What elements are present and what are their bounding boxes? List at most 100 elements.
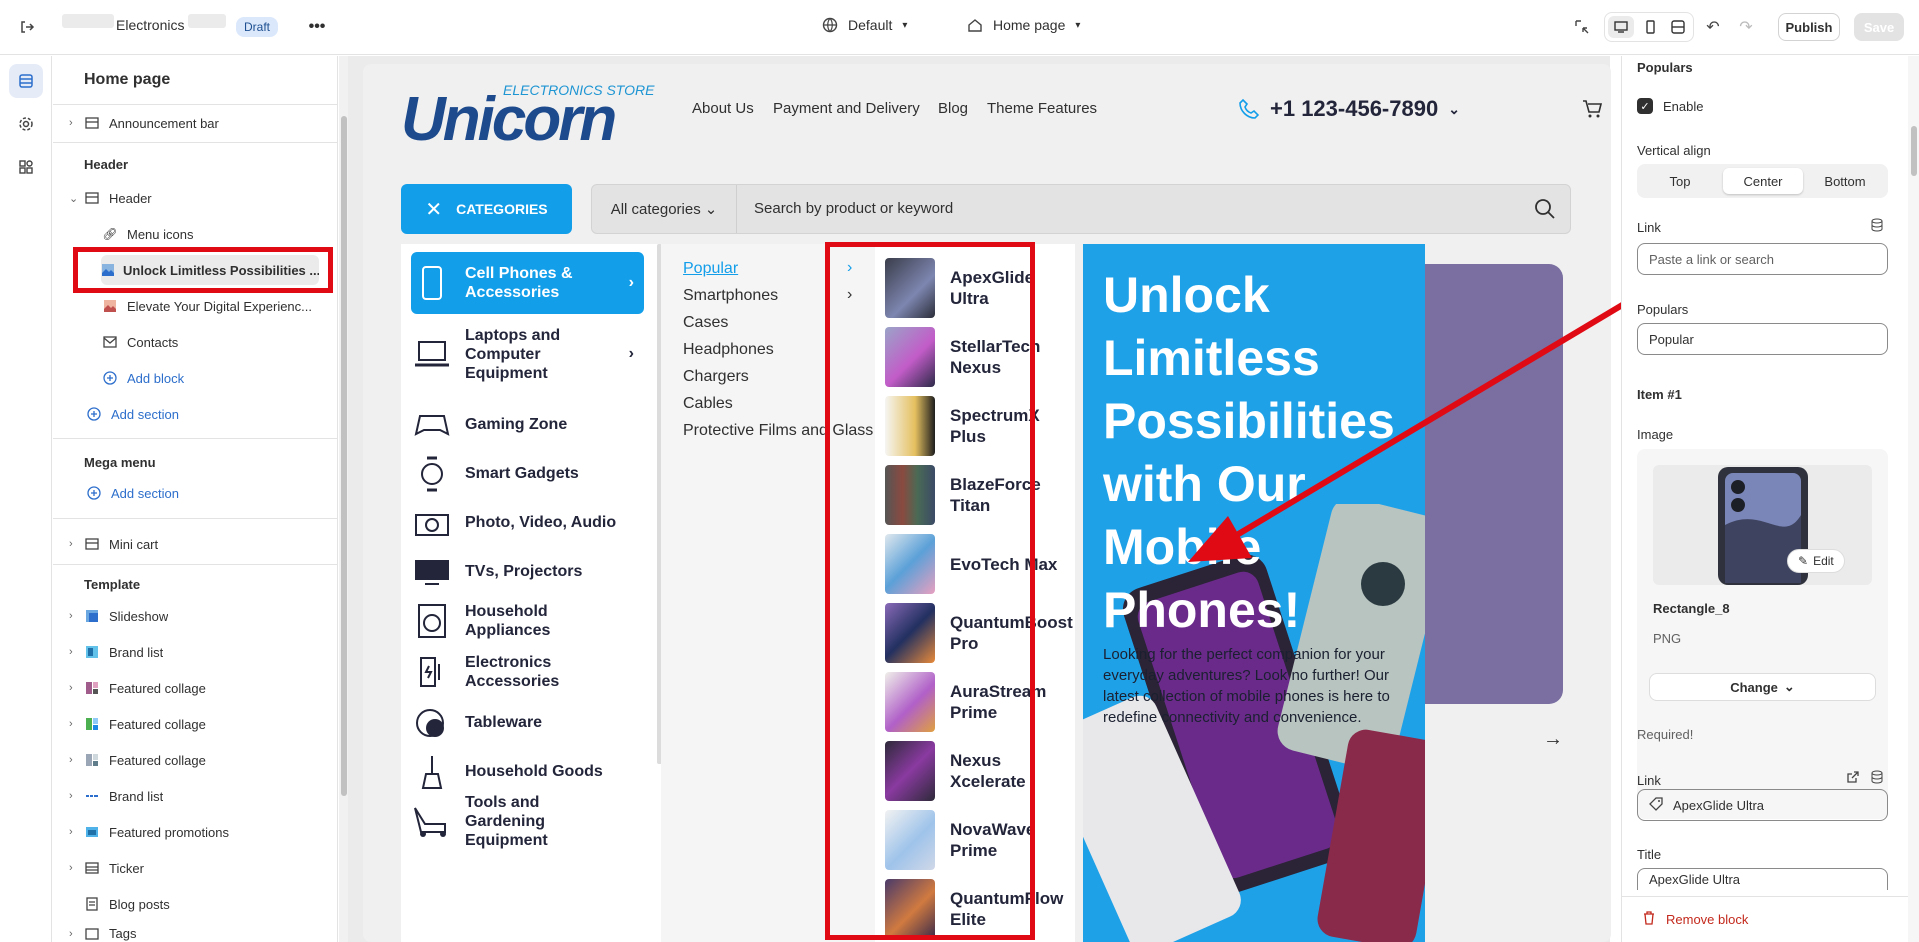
title-input[interactable]: ApexGlide Ultra <box>1637 868 1888 890</box>
add-section-label: Add section <box>111 406 179 422</box>
desktop-icon[interactable] <box>1608 16 1634 38</box>
mobile-icon[interactable] <box>1637 16 1663 38</box>
section-ticker[interactable]: › Ticker <box>69 853 144 883</box>
annotation-highlight-block <box>73 247 333 293</box>
close-icon: ✕ <box>425 198 443 221</box>
section-featured-collage[interactable]: › Featured collage <box>69 673 206 703</box>
database-icon[interactable] <box>1870 770 1884 789</box>
section-blog-posts[interactable]: Blog posts <box>83 889 170 919</box>
section-brand-list[interactable]: › Brand list <box>69 781 163 811</box>
category-label: TVs, Projectors <box>465 563 583 580</box>
image-filetype: PNG <box>1653 631 1682 646</box>
save-button[interactable]: Save <box>1854 13 1904 41</box>
section-featured-collage[interactable]: › Featured collage <box>69 745 206 775</box>
subcategory-cases[interactable]: Cases <box>683 314 728 332</box>
checkbox-checked-icon: ✓ <box>1637 98 1653 114</box>
scrollbar-thumb[interactable] <box>341 116 347 796</box>
section-label: Featured collage <box>109 680 206 696</box>
section-label: Featured collage <box>109 752 206 768</box>
subcategory-headphones[interactable]: Headphones <box>683 341 774 359</box>
populars-input[interactable]: Popular <box>1637 323 1888 355</box>
nav-theme-features[interactable]: Theme Features <box>987 100 1097 117</box>
fullscreen-icon[interactable] <box>1665 16 1691 38</box>
phone-contact[interactable]: +1 123-456-7890 ⌄ <box>1238 96 1460 122</box>
settings-icon[interactable] <box>9 107 43 141</box>
section-header[interactable]: ⌄ Header <box>69 183 152 213</box>
cart-icon[interactable] <box>1581 98 1603 125</box>
header-group-title: Header <box>84 157 129 172</box>
edit-image-button[interactable]: ✎ Edit <box>1787 549 1845 573</box>
section-label: Header <box>109 190 152 206</box>
category-select[interactable]: All categories ⌄ <box>592 185 737 233</box>
align-center-option[interactable]: Center <box>1723 168 1803 194</box>
subcategory-smartphones[interactable]: Smartphones <box>683 287 778 305</box>
category-item-tools-garden[interactable]: Tools and Gardening Equipment <box>411 790 644 852</box>
item-link-value: ApexGlide Ultra <box>1673 797 1765 813</box>
inspector-icon[interactable] <box>1572 17 1592 37</box>
block-menu-icons[interactable]: 🔗︎ Menu icons <box>101 219 193 249</box>
page-selector[interactable]: Home page ▾ <box>967 17 1080 33</box>
chevron-down-icon: ⌄ <box>1448 100 1460 117</box>
section-label: Featured promotions <box>109 824 229 840</box>
subcategory-cables[interactable]: Cables <box>683 395 733 413</box>
chevron-right-icon: › <box>69 538 73 550</box>
link-input[interactable]: Paste a link or search <box>1637 243 1888 275</box>
section-announcement-bar[interactable]: › Announcement bar <box>69 108 219 138</box>
more-icon[interactable]: ••• <box>306 18 328 36</box>
store-name: Electronics <box>116 17 185 33</box>
theme-selector-label: Default <box>848 17 893 33</box>
category-item-cell-phones[interactable]: Cell Phones & Accessories › <box>411 252 644 314</box>
scrollbar-thumb[interactable] <box>1911 126 1917 176</box>
section-slideshow[interactable]: › Slideshow <box>69 601 168 631</box>
edit-label: Edit <box>1813 554 1834 568</box>
database-icon[interactable] <box>1870 218 1884 237</box>
subcategory-chargers[interactable]: Chargers <box>683 368 749 386</box>
remove-block-button[interactable]: Remove block <box>1642 911 1748 928</box>
section-tags[interactable]: › Tags <box>69 925 136 942</box>
add-block-label: Add block <box>127 370 185 386</box>
block-elevate[interactable]: Elevate Your Digital Experienc... <box>101 291 319 321</box>
enable-checkbox[interactable]: ✓ Enable <box>1637 98 1703 114</box>
nav-blog[interactable]: Blog <box>938 100 968 117</box>
item-link-input[interactable]: ApexGlide Ultra <box>1637 789 1888 821</box>
undo-icon[interactable]: ↶ <box>1703 17 1723 37</box>
mega-add-section-button[interactable]: Add section <box>85 478 179 508</box>
item-title: Item #1 <box>1637 387 1682 402</box>
section-icon <box>83 537 101 551</box>
change-image-button[interactable]: Change ⌄ <box>1649 673 1876 701</box>
settings-scrollbar[interactable] <box>1908 56 1919 942</box>
exit-icon[interactable] <box>16 16 38 38</box>
block-label: Contacts <box>127 334 179 350</box>
charger-icon <box>411 651 453 693</box>
search-input[interactable]: Search by product or keyword <box>754 200 953 217</box>
nav-about-us[interactable]: About Us <box>692 100 754 117</box>
arrow-right-icon[interactable]: → <box>1543 728 1563 751</box>
sections-panel: Home page › Announcement bar Header ⌄ He… <box>53 56 349 942</box>
add-block-button[interactable]: Add block <box>101 363 184 393</box>
section-brand-list[interactable]: › Brand list <box>69 637 163 667</box>
divider <box>53 142 338 143</box>
section-featured-promotions[interactable]: › Featured promotions <box>69 817 229 847</box>
redo-icon[interactable]: ↷ <box>1736 17 1756 37</box>
align-bottom-option[interactable]: Bottom <box>1805 168 1885 194</box>
sections-icon[interactable] <box>9 64 43 98</box>
laptop-icon <box>411 333 453 375</box>
nav-payment-delivery[interactable]: Payment and Delivery <box>773 100 920 117</box>
category-label: Household Goods <box>465 763 603 780</box>
chevron-down-icon: ⌄ <box>1783 679 1795 694</box>
categories-button[interactable]: ✕ CATEGORIES <box>401 184 572 234</box>
theme-selector[interactable]: Default ▾ <box>822 17 907 33</box>
publish-button[interactable]: Publish <box>1778 13 1840 41</box>
apps-icon[interactable] <box>9 150 43 184</box>
collage-icon <box>83 717 101 731</box>
section-mini-cart[interactable]: › Mini cart <box>69 529 158 559</box>
mower-icon <box>411 800 453 842</box>
block-contacts[interactable]: Contacts <box>101 327 178 357</box>
section-featured-collage[interactable]: › Featured collage <box>69 709 206 739</box>
subcategory-popular[interactable]: Popular <box>683 260 738 278</box>
external-link-icon[interactable] <box>1846 770 1860 789</box>
add-section-button[interactable]: Add section <box>85 399 179 429</box>
align-top-option[interactable]: Top <box>1640 168 1720 194</box>
chevron-right-icon: › <box>69 646 73 658</box>
category-item-laptops[interactable]: Laptops and Computer Equipment › <box>411 314 644 394</box>
